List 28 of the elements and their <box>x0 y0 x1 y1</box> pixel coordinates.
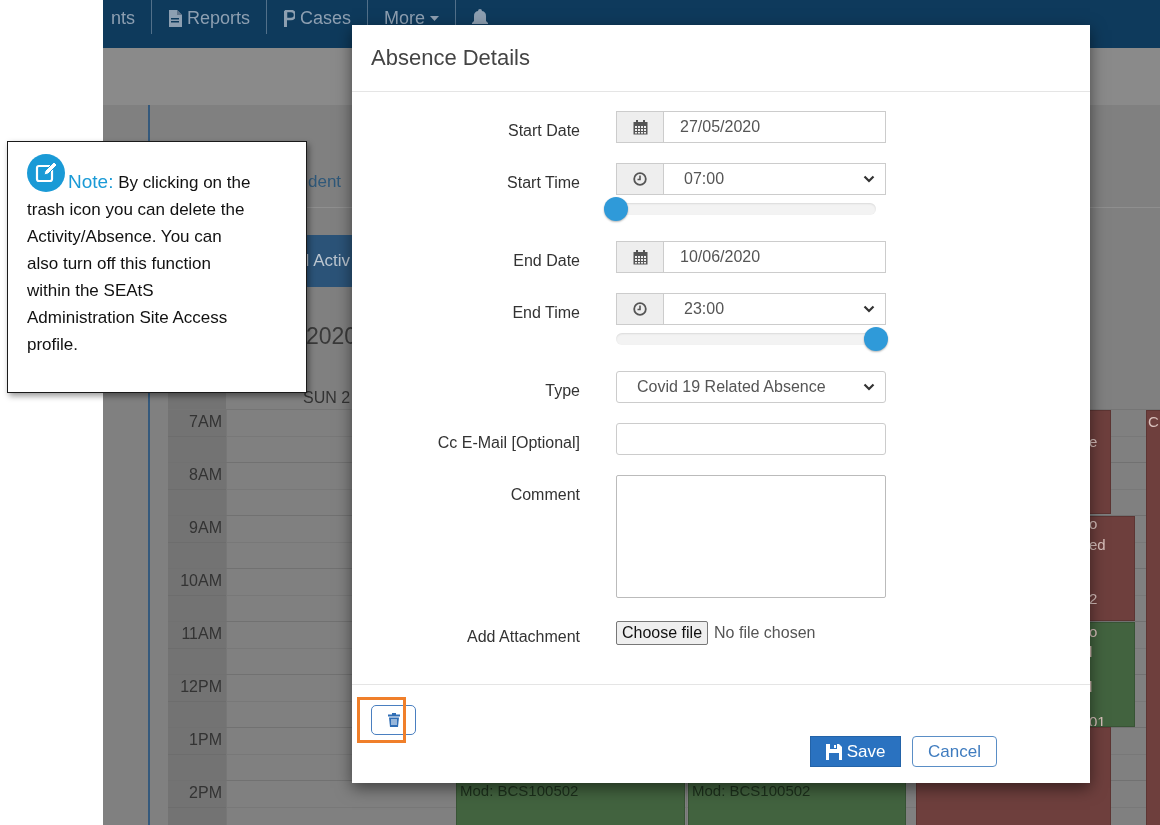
event-text: C <box>1148 413 1159 430</box>
event-text: 2 <box>1089 590 1098 607</box>
field-label: Start Time <box>507 174 580 191</box>
field-label: Add Attachment <box>467 628 580 645</box>
field-label: Cc E-Mail [Optional] <box>437 434 580 451</box>
time-label: 12PM <box>168 675 226 727</box>
time-label: 1PM <box>168 728 226 780</box>
field-label: Comment <box>510 486 580 503</box>
time-label: 10AM <box>168 569 226 621</box>
event-text: ed <box>1089 536 1106 553</box>
time-label: 9AM <box>168 516 226 568</box>
event-text: l <box>1089 678 1093 695</box>
day-header: SUN 2 <box>302 389 351 408</box>
file-status: No file chosen <box>714 624 816 642</box>
time-label: 7AM <box>168 410 226 462</box>
field-label: End Time <box>512 304 580 321</box>
field-label: End Date <box>513 252 580 269</box>
note-text: Note: By clicking on the trash icon you can delete the Activity/Absence. You can also turn off this function within the SEAtS Administration Site Access profile. <box>27 173 251 354</box>
time-label: 8AM <box>168 463 226 515</box>
event-text: e <box>1089 433 1098 450</box>
field-label: Start Date <box>507 122 580 139</box>
field-label: Type <box>545 382 580 399</box>
event-text: o <box>1089 517 1098 532</box>
time-label: 2PM <box>168 781 226 825</box>
dialog-title: Absence Details <box>371 45 530 70</box>
event-text: o <box>1089 623 1098 640</box>
time-label: 11AM <box>168 622 226 674</box>
event-text: l <box>1089 643 1093 660</box>
